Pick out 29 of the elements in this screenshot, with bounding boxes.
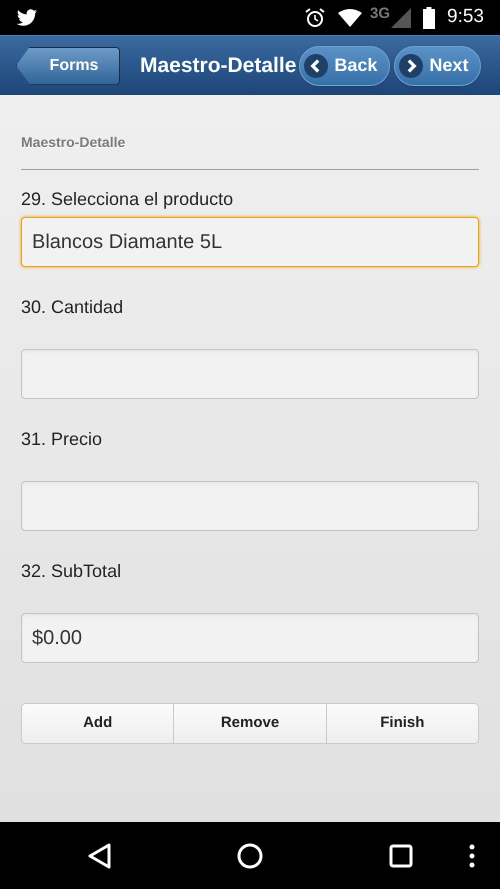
bird-icon bbox=[16, 8, 38, 26]
more-menu-icon[interactable] bbox=[469, 844, 475, 868]
back-button[interactable]: Back bbox=[299, 46, 390, 86]
page-title: Maestro-Detalle bbox=[140, 52, 296, 79]
forms-back-link[interactable]: Forms bbox=[16, 46, 120, 84]
field-label: 32. SubTotal bbox=[21, 560, 122, 583]
action-button[interactable]: Remove bbox=[173, 704, 326, 743]
text-field[interactable] bbox=[21, 481, 479, 531]
section-title: Maestro-Detalle bbox=[21, 130, 479, 170]
signal-icon bbox=[391, 8, 412, 28]
wifi-icon bbox=[338, 8, 362, 26]
chevron-right-icon bbox=[399, 54, 424, 78]
recents-nav-icon[interactable] bbox=[389, 844, 413, 868]
field-label: 30. Cantidad bbox=[21, 296, 124, 319]
field-label: 31. Precio bbox=[21, 428, 104, 451]
text-field[interactable]: $0.00 bbox=[21, 613, 479, 663]
back-nav-icon[interactable] bbox=[87, 842, 111, 868]
battery-icon bbox=[423, 6, 436, 28]
text-field[interactable] bbox=[21, 349, 479, 399]
network-type: 3G bbox=[370, 4, 390, 24]
next-button[interactable]: Next bbox=[394, 46, 482, 86]
alarm-icon bbox=[304, 6, 326, 28]
clock-time: 9:53 bbox=[447, 5, 484, 30]
text-field[interactable]: Blancos Diamante 5L bbox=[21, 217, 479, 267]
home-nav-icon[interactable] bbox=[237, 842, 263, 868]
action-button[interactable]: Add bbox=[22, 704, 174, 743]
chevron-left-icon bbox=[304, 54, 328, 78]
field-label: 29. Selecciona el producto bbox=[21, 188, 234, 211]
action-button[interactable]: Finish bbox=[326, 704, 478, 743]
